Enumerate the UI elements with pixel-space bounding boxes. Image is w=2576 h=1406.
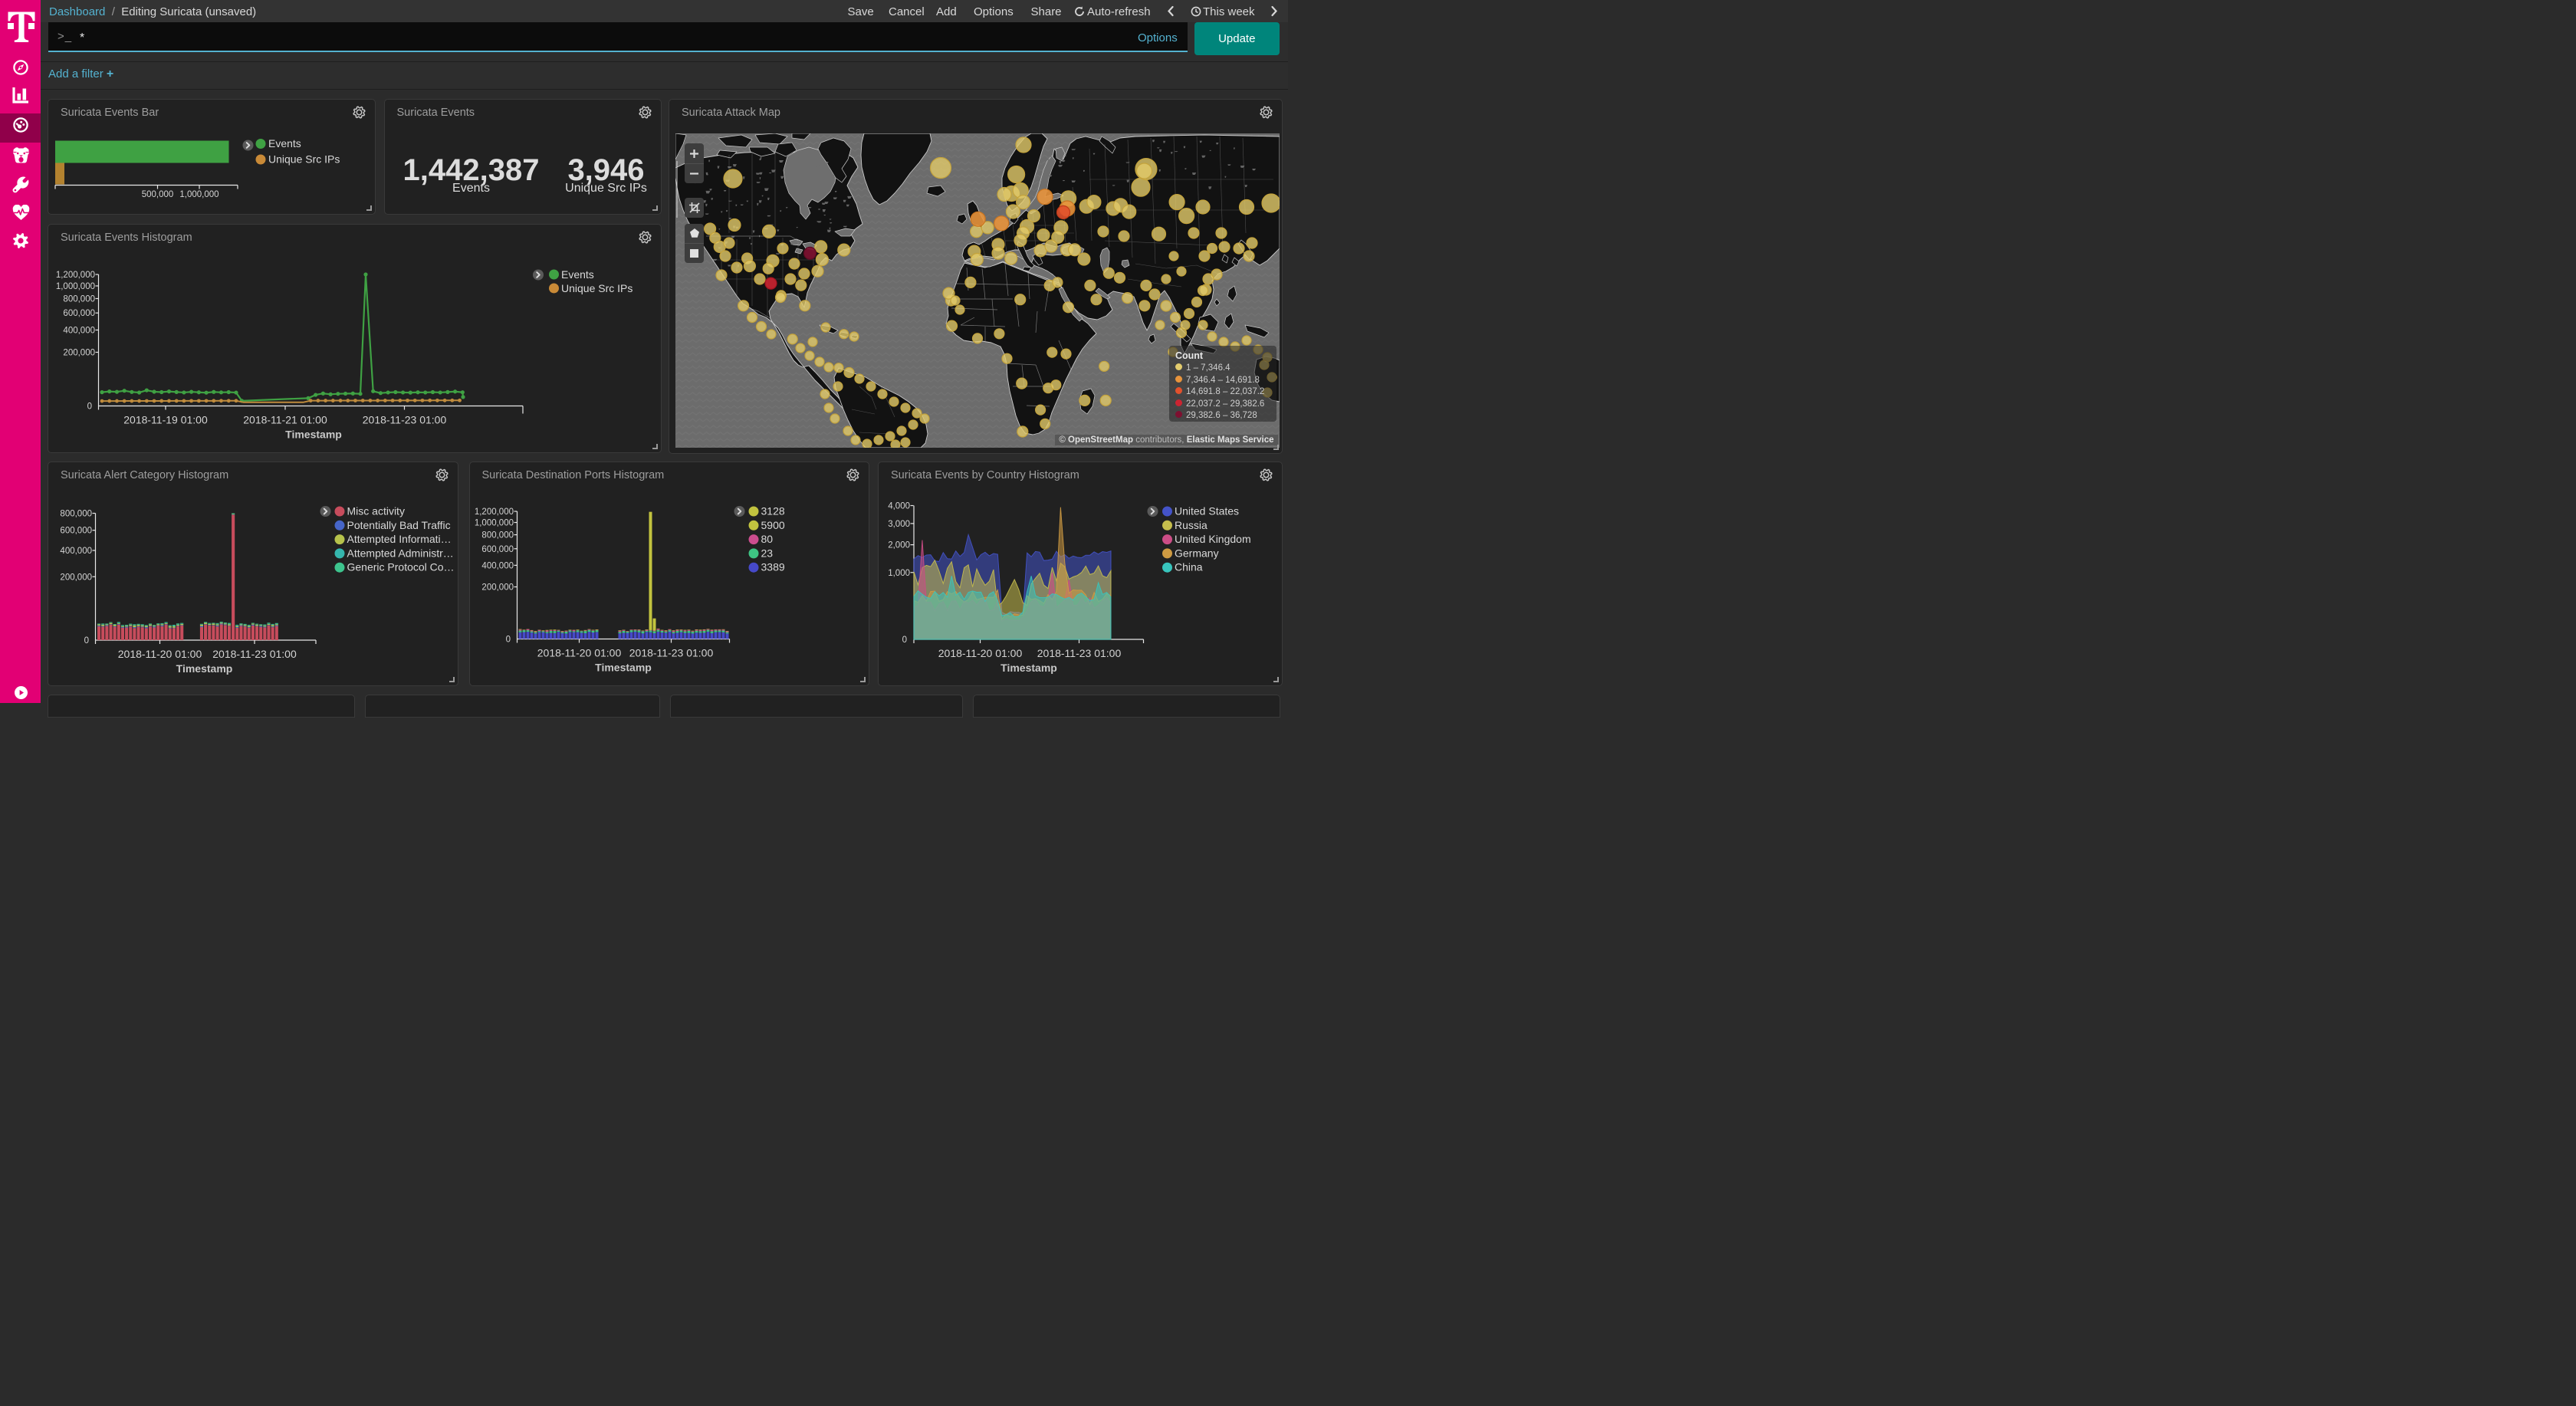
svg-text:23: 23: [761, 547, 773, 559]
svg-text:Timestamp: Timestamp: [1001, 662, 1057, 674]
svg-text:Unique Src IPs: Unique Src IPs: [561, 282, 632, 294]
svg-text:400,000: 400,000: [481, 561, 514, 570]
svg-text:600,000: 600,000: [481, 545, 514, 554]
svg-text:800,000: 800,000: [63, 294, 95, 304]
svg-text:2,000: 2,000: [888, 541, 910, 550]
svg-text:Attempted Administr…: Attempted Administr…: [347, 547, 454, 559]
svg-text:2018-11-20 01:00: 2018-11-20 01:00: [537, 647, 621, 659]
svg-text:Timestamp: Timestamp: [285, 428, 342, 440]
svg-text:Timestamp: Timestamp: [176, 662, 233, 675]
svg-text:5900: 5900: [761, 519, 784, 531]
svg-text:1,000,000: 1,000,000: [474, 519, 513, 528]
svg-text:Events: Events: [268, 137, 301, 149]
svg-text:2018-11-21 01:00: 2018-11-21 01:00: [243, 413, 327, 425]
svg-text:80: 80: [761, 533, 773, 545]
svg-text:1,200,000: 1,200,000: [474, 508, 513, 517]
svg-text:Attempted Informati…: Attempted Informati…: [347, 533, 452, 545]
svg-text:1,000,000: 1,000,000: [179, 190, 219, 199]
svg-text:Misc activity: Misc activity: [347, 505, 405, 517]
svg-text:0: 0: [505, 636, 510, 645]
svg-text:400,000: 400,000: [63, 326, 95, 335]
svg-text:600,000: 600,000: [63, 309, 95, 318]
svg-text:200,000: 200,000: [60, 573, 92, 582]
svg-text:Generic Protocol Co…: Generic Protocol Co…: [347, 561, 455, 573]
svg-text:2018-11-20 01:00: 2018-11-20 01:00: [938, 647, 1023, 659]
svg-text:2018-11-19 01:00: 2018-11-19 01:00: [123, 413, 208, 425]
svg-text:2018-11-23 01:00: 2018-11-23 01:00: [1037, 647, 1122, 659]
svg-text:Russia: Russia: [1175, 519, 1208, 531]
svg-text:800,000: 800,000: [60, 510, 92, 519]
svg-text:600,000: 600,000: [60, 527, 92, 536]
svg-text:Events: Events: [561, 268, 594, 281]
svg-text:0: 0: [87, 402, 92, 411]
svg-text:4,000: 4,000: [888, 502, 910, 511]
svg-text:2018-11-23 01:00: 2018-11-23 01:00: [363, 413, 447, 425]
svg-text:200,000: 200,000: [63, 348, 95, 357]
svg-text:400,000: 400,000: [60, 547, 92, 556]
svg-text:2018-11-20 01:00: 2018-11-20 01:00: [118, 648, 202, 660]
svg-text:1,200,000: 1,200,000: [56, 271, 95, 280]
svg-text:Timestamp: Timestamp: [595, 662, 652, 674]
svg-text:500,000: 500,000: [142, 190, 174, 199]
svg-text:Germany: Germany: [1175, 547, 1219, 559]
svg-text:3128: 3128: [761, 505, 784, 517]
svg-text:United Kingdom: United Kingdom: [1175, 533, 1251, 545]
svg-text:3389: 3389: [761, 561, 784, 573]
svg-text:3,000: 3,000: [888, 520, 910, 529]
svg-text:200,000: 200,000: [481, 583, 514, 593]
svg-text:0: 0: [902, 636, 907, 645]
svg-text:Unique Src IPs: Unique Src IPs: [268, 153, 340, 166]
svg-text:2018-11-23 01:00: 2018-11-23 01:00: [212, 648, 297, 660]
svg-text:0: 0: [84, 636, 89, 646]
svg-text:China: China: [1175, 561, 1203, 573]
svg-text:800,000: 800,000: [481, 531, 514, 540]
svg-text:United States: United States: [1175, 505, 1239, 517]
svg-text:1,000,000: 1,000,000: [56, 281, 95, 291]
svg-text:Potentially Bad Traffic: Potentially Bad Traffic: [347, 519, 451, 531]
svg-text:2018-11-23 01:00: 2018-11-23 01:00: [629, 647, 713, 659]
svg-text:1,000: 1,000: [888, 569, 910, 578]
